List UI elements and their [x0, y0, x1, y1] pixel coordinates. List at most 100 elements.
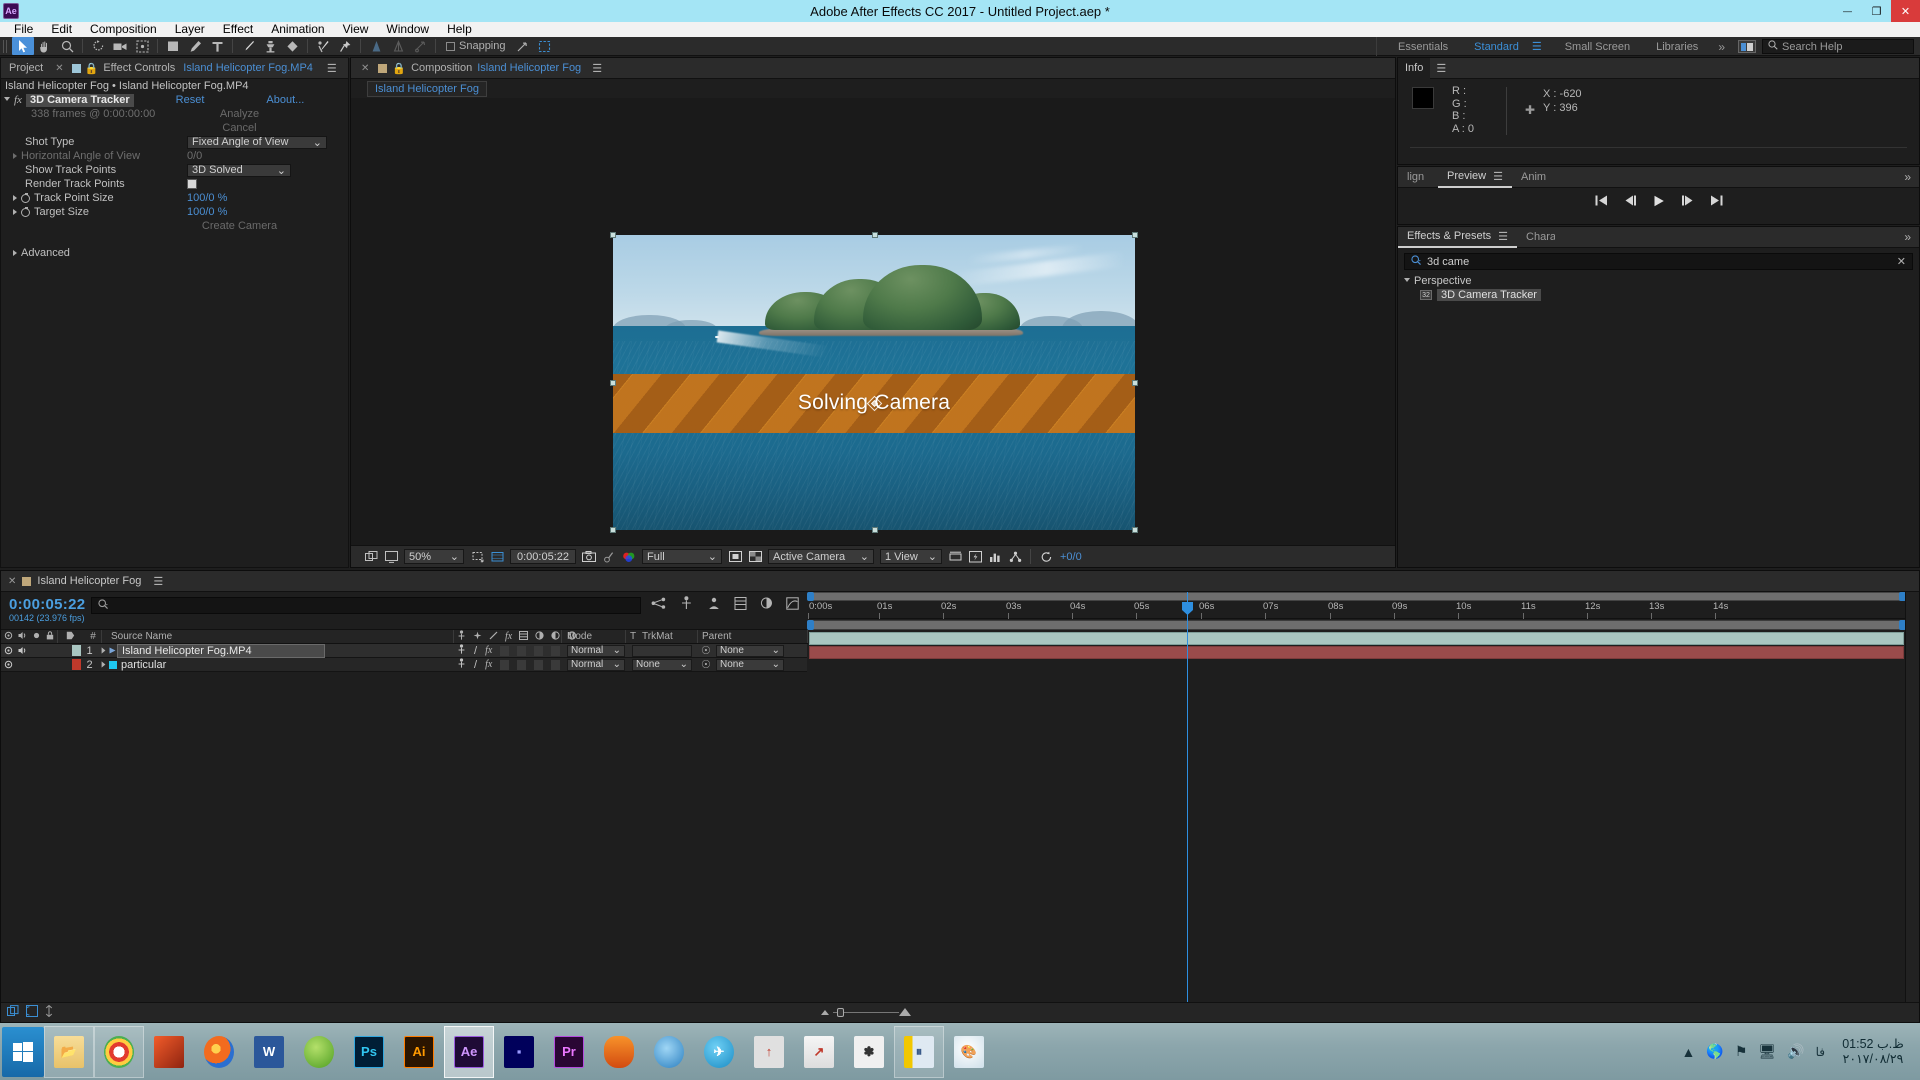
layer-expand-icon[interactable] [98, 661, 108, 668]
composition-tab-name[interactable]: Island Helicopter Fog [477, 62, 581, 74]
layer-duration-bar-2[interactable] [809, 646, 1904, 659]
selection-handle-tc[interactable] [872, 232, 878, 238]
table-row[interactable]: 1 Island Helicopter Fog.MP4 / fx Normal … [1, 643, 807, 658]
motion-blur-footer-icon[interactable] [45, 1004, 53, 1020]
search-help-field[interactable]: Search Help [1762, 39, 1914, 54]
advanced-row[interactable]: Advanced [1, 246, 348, 260]
start-button[interactable] [2, 1026, 44, 1077]
tab-effects-and-presets[interactable]: Effects & Presets ☰ [1398, 227, 1518, 248]
view-layout-dropdown[interactable]: 1 View ⌄ [880, 549, 942, 564]
taskbar-item-orange-app[interactable] [594, 1026, 644, 1078]
puppet-pin-tool-icon[interactable] [334, 37, 356, 55]
transform-box-icon[interactable] [534, 37, 556, 55]
timeline-graph-icon[interactable] [985, 548, 1005, 566]
tab-close-icon[interactable]: ✕ [51, 63, 67, 74]
layer-name[interactable]: particular [121, 659, 166, 671]
layer-trkmat-dropdown[interactable]: None ⌄ [632, 658, 692, 671]
taskbar-item-upload-app[interactable]: ↑ [744, 1026, 794, 1078]
track-point-size-value[interactable]: 100/0 % [187, 192, 227, 204]
current-time-field[interactable]: 0:00:05:22 [510, 549, 576, 564]
frame-blend-toggle[interactable] [500, 645, 510, 656]
toggle-switches-modes-icon[interactable] [7, 1005, 19, 1020]
tab-close-icon[interactable]: ✕ [357, 63, 373, 74]
zoom-tool-icon[interactable] [56, 37, 78, 55]
taskbar-item-file-explorer[interactable]: 📂 [44, 1025, 94, 1078]
clear-search-icon[interactable]: ✕ [1897, 255, 1906, 268]
tab-effect-controls[interactable]: Effect Controls [98, 58, 183, 79]
three-d-toggle[interactable] [551, 645, 561, 656]
puppet-starch-tool-icon[interactable] [365, 37, 387, 55]
selection-handle-mr[interactable] [1132, 380, 1138, 386]
toggle-switches-icon-2[interactable] [24, 1005, 38, 1020]
menu-effect[interactable]: Effect [214, 22, 262, 37]
three-d-toggle[interactable] [551, 659, 561, 670]
taskbar-item-audition[interactable]: ▪ [494, 1026, 544, 1078]
snapshot-camera-icon[interactable] [579, 548, 599, 566]
tab-info[interactable]: Info [1398, 57, 1431, 79]
taskbar-item-red-chart-app[interactable]: ↗ [794, 1026, 844, 1078]
main-viewer-icon[interactable] [381, 548, 401, 566]
horizontal-angle-value[interactable]: 0/0 [187, 150, 202, 162]
camera-tool-icon[interactable] [109, 37, 131, 55]
parent-pick-icon[interactable] [457, 658, 466, 671]
play-button[interactable] [1653, 195, 1665, 210]
exposure-value[interactable]: +0/0 [1060, 551, 1082, 563]
tab-animation-presets[interactable]: Anim [1512, 167, 1546, 188]
clone-stamp-tool-icon[interactable] [259, 37, 281, 55]
layer-fx-icon[interactable]: fx [485, 659, 492, 670]
volume-icon[interactable]: 🔊 [1787, 1043, 1804, 1060]
selection-tool-icon[interactable] [12, 37, 34, 55]
tab-character[interactable]: Chara [1517, 227, 1555, 248]
cancel-button[interactable]: Cancel [187, 122, 292, 134]
effects-search-field[interactable]: 3d came ✕ [1404, 253, 1913, 270]
menu-file[interactable]: File [5, 22, 42, 37]
motion-blur-toggle[interactable] [517, 659, 527, 670]
disclosure-icon[interactable] [13, 250, 17, 256]
layer-switches[interactable]: / fx [457, 658, 561, 671]
layer-audio-toggle-icon[interactable] [15, 646, 30, 655]
scrollbar-left-handle[interactable] [807, 592, 814, 601]
panel-menu-icon[interactable]: ☰ [1498, 230, 1508, 243]
text-tool-icon[interactable] [206, 37, 228, 55]
minimize-button[interactable] [1833, 0, 1862, 22]
timeline-ruler[interactable]: 0:00s 01s 02s 03s 04s 05s 06s 07s 08s 09… [808, 601, 1905, 619]
shape-tool-icon[interactable] [162, 37, 184, 55]
render-track-points-checkbox[interactable] [187, 179, 197, 189]
taskbar-item-microsoft-word[interactable]: W [244, 1026, 294, 1078]
effects-overflow-icon[interactable]: » [1904, 230, 1919, 244]
taskbar-item-photoshop[interactable]: Ps [344, 1026, 394, 1078]
enable-frame-blending-icon[interactable] [734, 596, 747, 613]
rotation-tool-icon[interactable] [87, 37, 109, 55]
composition-canvas[interactable]: Solving Camera [613, 235, 1135, 530]
timeline-horizontal-scrollbar[interactable] [807, 592, 1906, 601]
taskbar-item-blue-circle-app[interactable] [644, 1026, 694, 1078]
eraser-tool-icon[interactable] [281, 37, 303, 55]
menu-window[interactable]: Window [377, 22, 438, 37]
language-indicator[interactable]: فا [1816, 1045, 1825, 1059]
channel-rgb-icon[interactable] [619, 548, 639, 566]
advanced-label-wrap[interactable]: Advanced [1, 247, 187, 259]
zoom-slider-knob[interactable] [837, 1007, 844, 1017]
effect-header-row[interactable]: fx 3D Camera Tracker Reset About... [1, 93, 348, 107]
layer-name[interactable]: Island Helicopter Fog.MP4 [117, 643, 325, 658]
parent-pickwhip-icon[interactable]: ☉ [701, 658, 711, 671]
workspace-overflow-icon[interactable]: » [1711, 40, 1732, 54]
zoom-in-icon[interactable] [899, 1008, 911, 1016]
snapping-checkbox[interactable] [446, 41, 455, 51]
layer-parent-dropdown[interactable]: None ⌄ [716, 658, 784, 671]
hand-tool-icon[interactable] [34, 37, 56, 55]
menu-view[interactable]: View [334, 22, 378, 37]
maximize-button[interactable] [1862, 0, 1891, 22]
timeline-vertical-scrollbar[interactable] [1905, 592, 1919, 1002]
taskbar-item-green-leaf-app[interactable] [294, 1026, 344, 1078]
effect-about-button[interactable]: About... [266, 94, 304, 106]
quality-icon[interactable]: / [474, 659, 477, 671]
adjustment-toggle[interactable] [534, 645, 544, 656]
selection-handle-bc[interactable] [872, 527, 878, 533]
disclosure-icon[interactable] [13, 153, 17, 159]
last-frame-button[interactable] [1710, 195, 1723, 209]
taskbar-item-google-chrome[interactable] [94, 1025, 144, 1078]
workspace-essentials[interactable]: Essentials [1385, 41, 1461, 53]
layer-mode-dropdown[interactable]: Normal ⌄ [567, 658, 625, 671]
taskbar-item-paint-app[interactable]: 🎨 [944, 1026, 994, 1078]
